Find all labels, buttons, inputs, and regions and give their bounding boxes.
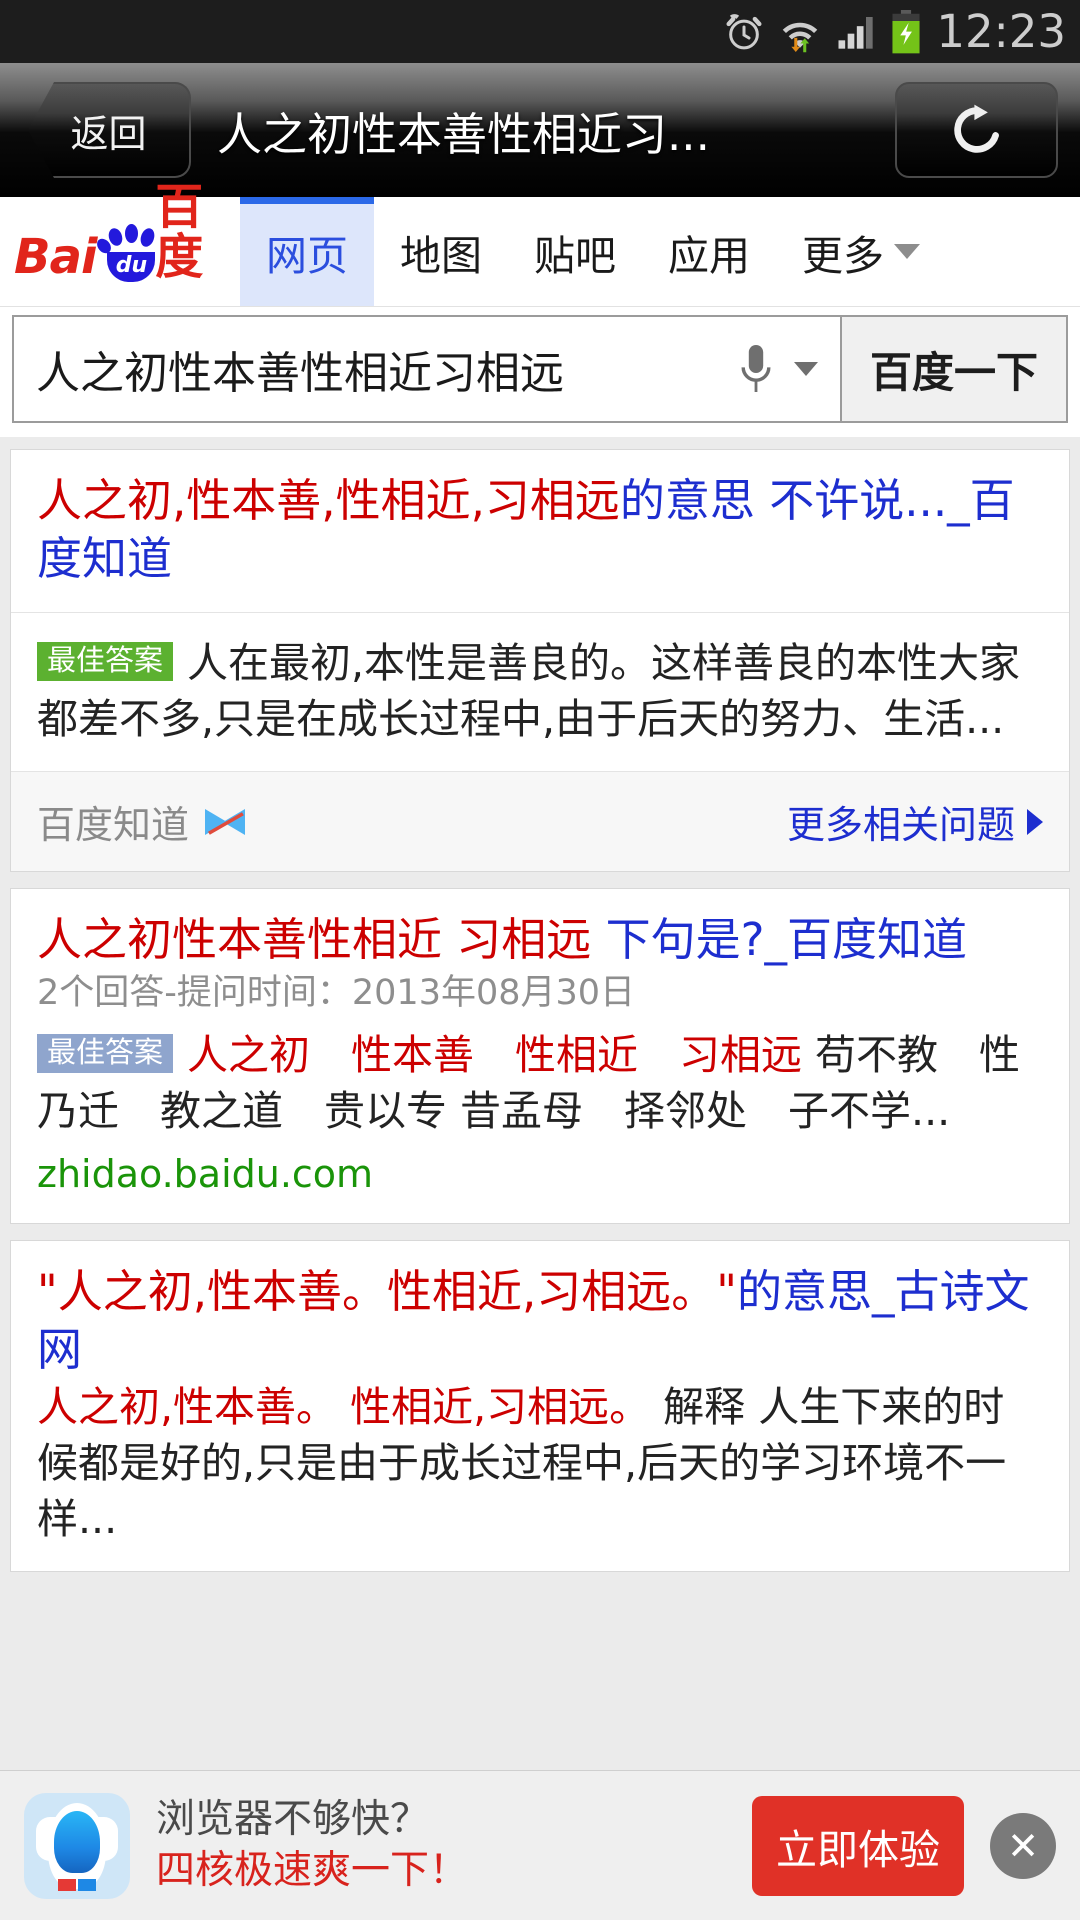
result-title-rest: 下句是?_百度知道 xyxy=(591,913,968,966)
search-results-list[interactable]: 人之初,性本善,性相近,习相远的意思 不许说..._百度知道 最佳答案 人在最初,… xyxy=(0,437,1080,1770)
result-body[interactable]: "人之初,性本善。性相近,习相远。"的意思_古诗文网 人之初,性本善。 性相近,… xyxy=(11,1241,1069,1571)
close-icon: ✕ xyxy=(1007,1823,1039,1868)
baidu-logo-du: du xyxy=(107,251,156,282)
search-options-chevron-icon[interactable] xyxy=(794,362,818,376)
tab-more[interactable]: 更多 xyxy=(776,197,940,306)
microphone-icon[interactable] xyxy=(730,343,782,395)
result-snippet: 最佳答案 人在最初,本性是善良的。这样善良的本性大家都差不多,只是在成长过程中,由… xyxy=(37,635,1043,747)
snippet-highlight: 性本善 xyxy=(351,1031,475,1079)
browser-nav-bar: 返回 人之初性本善性相近习... xyxy=(0,63,1080,197)
more-related-questions-link[interactable]: 更多相关问题 xyxy=(787,794,1043,849)
signal-icon xyxy=(838,16,873,49)
result-snippet: 最佳答案 人之初 性本善 性相近 习相远 苟不教 性乃迁 教之道 贵以专 昔孟母 … xyxy=(37,1027,1043,1139)
back-button[interactable]: 返回 xyxy=(28,82,191,178)
tab-label: 网页 xyxy=(266,231,348,280)
result-title-highlight: 人之初性本善性相近 习相远 xyxy=(37,913,592,966)
search-button[interactable]: 百度一下 xyxy=(840,315,1068,423)
search-button-label: 百度一下 xyxy=(869,347,1038,397)
tab-map[interactable]: 地图 xyxy=(374,197,508,306)
search-result-card[interactable]: 人之初性本善性相近 习相远 下句是?_百度知道 2个回答-提问时间：2013年0… xyxy=(10,888,1070,1224)
refresh-icon xyxy=(953,104,999,153)
tab-label: 应用 xyxy=(668,231,750,280)
refresh-button[interactable] xyxy=(895,82,1058,178)
best-answer-badge: 最佳答案 xyxy=(37,1034,174,1073)
tab-label: 贴吧 xyxy=(534,231,616,280)
baidu-logo[interactable]: Bai du 百度 xyxy=(0,182,240,306)
alarm-icon xyxy=(726,13,762,49)
result-footer: 百度知道 更多相关问题 xyxy=(11,772,1069,871)
baidu-zhidao-icon xyxy=(205,808,246,835)
result-url[interactable]: zhidao.baidu.com xyxy=(37,1149,1043,1199)
result-answer-section[interactable]: 最佳答案 人在最初,本性是善良的。这样善良的本性大家都差不多,只是在成长过程中,由… xyxy=(11,613,1069,771)
search-input-value: 人之初性本善性相近习相远 xyxy=(36,348,564,399)
ad-cta-label: 立即体验 xyxy=(776,1825,940,1874)
result-title[interactable]: 人之初性本善性相近 习相远 下句是?_百度知道 xyxy=(37,911,1043,969)
result-snippet-text: 人在最初,本性是善良的。这样善良的本性大家都差不多,只是在成长过程中,由于后天的… xyxy=(37,639,1021,743)
result-snippet: 人之初,性本善。 性相近,习相远。 解释 人生下来的时候都是好的,只是由于成长过… xyxy=(37,1379,1043,1547)
snippet-highlight: 性相近,习相远。 xyxy=(350,1383,651,1431)
result-meta: 2个回答-提问时间：2013年08月30日 xyxy=(37,973,636,1013)
snippet-highlight: 人之初 xyxy=(187,1031,311,1079)
phone-screen: 12:23 返回 人之初性本善性相近习... Bai du 百度 网页 地图 贴… xyxy=(0,0,1080,1920)
tab-label: 地图 xyxy=(400,231,482,280)
ad-subline: 四核极速爽一下！ xyxy=(156,1847,469,1893)
baidu-logo-latin: Bai xyxy=(14,228,97,285)
result-body[interactable]: 人之初性本善性相近 习相远 下句是?_百度知道 2个回答-提问时间：2013年0… xyxy=(11,889,1069,1223)
search-input[interactable]: 人之初性本善性相近习相远 xyxy=(12,315,840,423)
best-answer-badge: 最佳答案 xyxy=(37,642,174,681)
tab-label: 更多 xyxy=(802,231,884,280)
back-button-label: 返回 xyxy=(70,111,147,156)
baidu-logo-cn: 百度 xyxy=(155,178,204,285)
tab-webpage[interactable]: 网页 xyxy=(240,197,374,306)
status-bar-clock: 12:23 xyxy=(936,5,1066,58)
search-result-card[interactable]: 人之初,性本善,性相近,习相远的意思 不许说..._百度知道 最佳答案 人在最初,… xyxy=(10,449,1070,872)
chevron-right-icon xyxy=(1027,808,1043,835)
ad-text: 浏览器不够快？ 四核极速爽一下！ xyxy=(156,1795,752,1897)
result-title-highlight: "人之初,性本善。性相近,习相远。" xyxy=(37,1265,738,1318)
battery-charging-icon xyxy=(892,9,920,53)
result-source[interactable]: 百度知道 xyxy=(37,794,247,849)
page-title: 人之初性本善性相近习... xyxy=(217,107,710,161)
tab-tieba[interactable]: 贴吧 xyxy=(508,197,642,306)
snippet-highlight: 性相近 xyxy=(515,1031,639,1079)
result-source-label: 百度知道 xyxy=(37,803,190,847)
ad-close-button[interactable]: ✕ xyxy=(990,1812,1056,1879)
snippet-highlight: 人之初,性本善。 xyxy=(37,1383,338,1431)
status-bar: 12:23 xyxy=(0,0,1080,63)
search-bar: 人之初性本善性相近习相远 百度一下 xyxy=(0,307,1080,437)
search-result-card[interactable]: "人之初,性本善。性相近,习相远。"的意思_古诗文网 人之初,性本善。 性相近,… xyxy=(10,1240,1070,1572)
result-title[interactable]: "人之初,性本善。性相近,习相远。"的意思_古诗文网 xyxy=(37,1263,1043,1379)
result-title[interactable]: 人之初,性本善,性相近,习相远的意思 不许说..._百度知道 xyxy=(37,472,1043,588)
browser-rocket-icon xyxy=(24,1792,130,1899)
ad-headline: 浏览器不够快？ xyxy=(156,1796,430,1842)
result-title-highlight: 人之初,性本善,性相近,习相远 xyxy=(37,474,620,527)
baidu-paw-icon: du xyxy=(94,223,158,282)
tab-apps[interactable]: 应用 xyxy=(642,197,776,306)
ad-cta-button[interactable]: 立即体验 xyxy=(752,1795,964,1896)
status-icons xyxy=(724,9,922,54)
snippet-highlight: 习相远 xyxy=(679,1031,803,1079)
ad-banner[interactable]: 浏览器不够快？ 四核极速爽一下！ 立即体验 ✕ xyxy=(0,1770,1080,1920)
more-related-questions-label: 更多相关问题 xyxy=(786,803,1015,847)
vertical-tabs: 网页 地图 贴吧 应用 更多 xyxy=(240,197,1080,306)
baidu-header: Bai du 百度 网页 地图 贴吧 应用 更多 xyxy=(0,182,1080,307)
chevron-down-icon xyxy=(894,244,920,259)
wifi-icon xyxy=(783,22,818,52)
result-title-section[interactable]: 人之初,性本善,性相近,习相远的意思 不许说..._百度知道 xyxy=(11,450,1069,612)
